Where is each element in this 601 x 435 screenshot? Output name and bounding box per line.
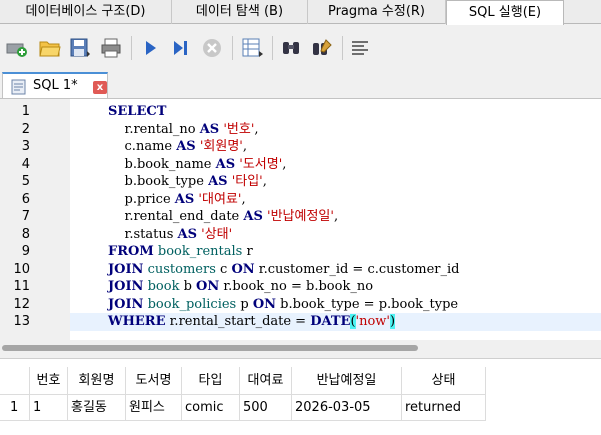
code-line[interactable]: r.rental_no AS '번호', [70, 121, 601, 139]
line-number: 2 [21, 121, 30, 137]
code-line[interactable]: JOIN book_policies p ON b.book_type = p.… [70, 296, 601, 314]
editor-tab-label: SQL 1* [33, 78, 78, 93]
tab-browse-data[interactable]: 데이터 탐색 (B) [172, 0, 308, 24]
line-number: 4 [21, 156, 30, 172]
column-header[interactable]: 도서명 [126, 367, 182, 395]
editor-tab-bar: SQL 1* x [0, 68, 601, 98]
code-line[interactable]: JOIN book b ON r.book_no = b.book_no [70, 278, 601, 296]
line-number: 12 [13, 296, 30, 312]
line-number: 10 [13, 261, 30, 277]
code-line-text: c.name AS '회원명', [108, 139, 248, 154]
code-line-text: r.status AS '상태' [108, 226, 233, 242]
code-line[interactable]: JOIN customers c ON r.customer_id = c.cu… [70, 261, 601, 279]
stop-execution-icon[interactable] [201, 37, 223, 59]
column-header[interactable]: 타입 [182, 367, 240, 395]
main-tab-bar: 데이터베이스 구조(D) 데이터 탐색 (B) Pragma 수정(R) SQL… [0, 0, 601, 25]
editor-horizontal-scrollbar[interactable] [0, 340, 601, 357]
row-number[interactable]: 1 [0, 395, 30, 421]
code-line-text: JOIN customers c ON r.customer_id = c.cu… [108, 261, 460, 277]
code-line-text: JOIN book_policies p ON b.book_type = p.… [108, 296, 459, 312]
print-icon[interactable] [100, 37, 122, 59]
code-line-text: b.book_type AS '타입', [108, 174, 267, 189]
code-line-text: FROM book_rentals r [108, 244, 253, 259]
table-cell[interactable]: 1 [30, 395, 68, 421]
table-cell[interactable]: 500 [240, 395, 292, 421]
code-line[interactable]: b.book_type AS '타입', [70, 173, 601, 191]
code-line-text: JOIN book b ON r.book_no = b.book_no [108, 279, 374, 294]
line-number: 5 [21, 174, 30, 189]
column-header[interactable]: 상태 [402, 367, 486, 395]
line-number: 8 [21, 226, 30, 242]
scrollbar-thumb[interactable] [2, 345, 418, 351]
code-line-text: b.book_name AS '도서명', [108, 156, 287, 172]
comment-lines-icon[interactable] [350, 37, 372, 59]
code-line[interactable]: b.book_name AS '도서명', [70, 156, 601, 174]
code-line[interactable]: r.status AS '상태' [70, 226, 601, 244]
save-results-icon[interactable] [242, 37, 264, 59]
line-number: 9 [21, 244, 30, 259]
line-number: 13 [13, 314, 30, 329]
code-line[interactable]: c.name AS '회원명', [70, 138, 601, 156]
table-cell[interactable]: 원피스 [126, 395, 182, 421]
column-header[interactable]: 번호 [30, 367, 68, 395]
code-line-text: p.price AS '대여료', [108, 191, 246, 207]
save-sql-icon[interactable] [69, 37, 91, 59]
tab-execute-sql[interactable]: SQL 실행(E) [446, 0, 564, 25]
tab-database-structure[interactable]: 데이터베이스 구조(D) [0, 0, 172, 24]
code-line[interactable]: FROM book_rentals r [70, 243, 601, 261]
line-number: 1 [21, 104, 30, 119]
find-replace-icon[interactable] [311, 37, 333, 59]
table-cell[interactable]: comic [182, 395, 240, 421]
execute-line-icon[interactable] [170, 37, 192, 59]
row-header-corner [0, 367, 30, 395]
find-icon[interactable] [280, 37, 302, 59]
code-line[interactable]: p.price AS '대여료', [70, 191, 601, 209]
open-file-icon[interactable] [39, 37, 61, 59]
sql-file-icon [11, 79, 27, 99]
editor-tab-sql1[interactable]: SQL 1* x [2, 72, 108, 98]
execute-all-icon[interactable] [140, 37, 162, 59]
table-cell[interactable]: returned [402, 395, 486, 421]
line-number: 11 [13, 279, 30, 294]
code-line[interactable]: WHERE r.rental_start_date = DATE('now') [70, 313, 601, 331]
sql-toolbar [0, 28, 601, 68]
code-line-text: WHERE r.rental_start_date = DATE('now') [108, 314, 396, 329]
table-cell[interactable]: 2026-03-05 [292, 395, 402, 421]
sql-editor[interactable]: SELECT r.rental_no AS '번호', c.name AS '회… [0, 98, 601, 341]
tab-edit-pragmas[interactable]: Pragma 수정(R) [308, 0, 446, 24]
results-grid: 번호 회원명 도서명 타입 대여료 반납예정일 상태 1 1 홍길동 원피스 comic 500 2026… [0, 358, 601, 435]
line-number: 6 [21, 191, 30, 207]
code-area[interactable]: SELECT r.rental_no AS '번호', c.name AS '회… [70, 99, 601, 341]
code-line-text: SELECT [108, 104, 167, 119]
column-header[interactable]: 반납예정일 [292, 367, 402, 395]
code-line-text: r.rental_end_date AS '반납예정일', [108, 209, 339, 224]
code-line-text: r.rental_no AS '번호', [108, 121, 259, 137]
line-number: 7 [21, 209, 30, 224]
column-header[interactable]: 대여료 [240, 367, 292, 395]
code-line[interactable]: SELECT [70, 103, 601, 121]
code-line[interactable]: r.rental_end_date AS '반납예정일', [70, 208, 601, 226]
column-header[interactable]: 회원명 [68, 367, 126, 395]
table-cell[interactable]: 홍길동 [68, 395, 126, 421]
line-number: 3 [21, 139, 30, 154]
open-tab-icon[interactable] [6, 37, 28, 59]
close-tab-icon[interactable]: x [93, 81, 107, 94]
